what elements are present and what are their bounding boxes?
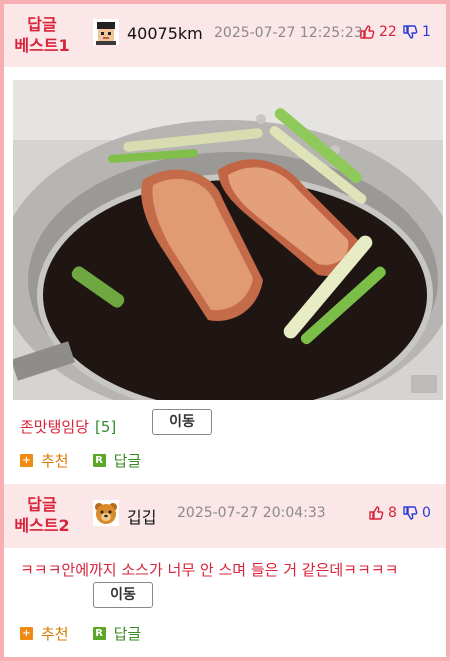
- pork-belly-pan-image: [13, 80, 443, 400]
- thumbs-down-icon: [403, 506, 418, 520]
- comment-header: 답글 베스트2 깁깁 2025-07-27 20:04:33 8 0: [4, 484, 446, 548]
- thumbs-up-icon: [360, 25, 375, 39]
- downvote-button[interactable]: 1: [402, 24, 431, 40]
- upvote-button[interactable]: 22: [359, 24, 397, 40]
- reply-button[interactable]: 답글: [114, 450, 142, 471]
- upvote-button[interactable]: 8: [368, 505, 397, 521]
- move-button[interactable]: 이동: [93, 582, 153, 608]
- recommend-icon: +: [20, 454, 33, 467]
- comment-title: 존맛탱임당 [5]: [20, 416, 116, 437]
- reply-icon: R: [92, 627, 106, 640]
- downvote-count: 1: [422, 24, 431, 40]
- user-avatar-icon[interactable]: [93, 500, 119, 526]
- comment-text: ㅋㅋㅋ안에까지 소스가 너무 안 스며 들은 거 같은데ㅋㅋㅋㅋ: [20, 556, 430, 584]
- badge-line1: 답글: [27, 495, 57, 514]
- comment-actions: + 추천 R 답글: [20, 450, 141, 471]
- comment-header: 답글 베스트1 40075km 2025-07-27 12:25:23 22 1: [4, 4, 446, 67]
- reply-count[interactable]: [5]: [95, 418, 116, 436]
- thumbs-up-icon: [369, 506, 384, 520]
- upvote-count: 22: [379, 24, 397, 40]
- best-reply-badge: 답글 베스트2: [6, 494, 78, 536]
- recommend-button[interactable]: 추천: [41, 623, 69, 644]
- move-button[interactable]: 이동: [152, 409, 212, 435]
- comment-text-body: ㅋㅋㅋ안에까지 소스가 너무 안 스며 들은 거 같은데ㅋㅋㅋㅋ: [20, 561, 399, 579]
- downvote-button[interactable]: 0: [402, 505, 431, 521]
- comment-date: 2025-07-27 20:04:33: [177, 505, 326, 521]
- comment-actions: + 추천 R 답글: [20, 623, 141, 644]
- nickname[interactable]: 깁깁: [127, 504, 156, 528]
- comment-title-text: 존맛탱임당: [20, 418, 90, 436]
- badge-line1: 답글: [27, 15, 57, 34]
- nickname[interactable]: 40075km: [127, 24, 203, 43]
- upvote-count: 8: [388, 505, 397, 521]
- best-reply-badge: 답글 베스트1: [6, 14, 78, 56]
- badge-line2: 베스트1: [14, 36, 70, 55]
- best-replies-panel: 답글 베스트1 40075km 2025-07-27 12:25:23 22 1: [0, 0, 450, 661]
- reply-button[interactable]: 답글: [114, 623, 142, 644]
- recommend-icon: +: [20, 627, 33, 640]
- comment-photo[interactable]: [13, 80, 443, 400]
- recommend-button[interactable]: 추천: [41, 450, 69, 471]
- user-avatar-icon[interactable]: [93, 19, 119, 45]
- thumbs-down-icon: [403, 25, 418, 39]
- badge-line2: 베스트2: [14, 516, 70, 535]
- comment-date: 2025-07-27 12:25:23: [214, 25, 363, 41]
- reply-icon: R: [92, 454, 106, 467]
- downvote-count: 0: [422, 505, 431, 521]
